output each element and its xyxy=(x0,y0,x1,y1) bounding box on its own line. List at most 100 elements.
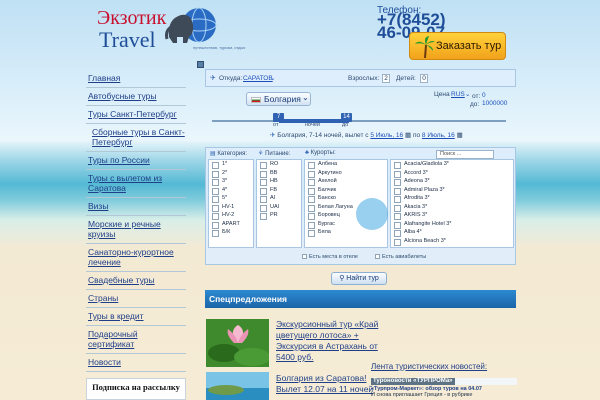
order-tour-button[interactable]: Заказать тур xyxy=(409,32,506,60)
seats-air-label: Есть авиабилеты xyxy=(382,254,427,260)
logo-line2: Travel xyxy=(99,27,156,52)
category-item[interactable]: 1* xyxy=(209,160,253,169)
palm-icon: ♣ xyxy=(305,150,309,156)
news-item[interactable]: «Турпром-Маркет»: обзор туров на 04.07 И… xyxy=(371,386,517,398)
meal-item[interactable]: BB xyxy=(257,169,301,177)
category-item[interactable]: HV-2 xyxy=(209,211,253,220)
menu-item-visas[interactable]: Визы xyxy=(86,198,186,216)
date-from-value[interactable]: 5 Июль, 16 xyxy=(370,132,403,139)
hotel-item[interactable]: Admiral Plaza 3* xyxy=(391,186,513,194)
from-city-select[interactable]: САРАТОВ xyxy=(243,75,273,82)
hotel-item[interactable]: Acacia/Gladiola 3* xyxy=(391,160,513,169)
category-item[interactable]: 4* xyxy=(209,186,253,194)
loading-spinner-icon xyxy=(356,198,388,230)
hotel-item[interactable]: Akacia 3* xyxy=(391,203,513,211)
seats-hotel-label: Есть места в отеле xyxy=(309,254,358,260)
offer-title-lotus[interactable]: Экскурсионный тур «Край цветущего лотоса… xyxy=(276,319,386,363)
date-from-label: с xyxy=(365,132,369,139)
search-icon: ⚲ xyxy=(339,275,345,282)
hotel-search-input[interactable]: Поиск ... xyxy=(436,150,494,159)
menu-item-news[interactable]: Новости xyxy=(86,354,186,372)
price-label: Цена xyxy=(434,91,450,98)
hotel-item[interactable]: Alafrangite Hotel 3* xyxy=(391,220,513,228)
widget-icon[interactable] xyxy=(197,61,204,68)
hotel-item[interactable]: AKRIS 3* xyxy=(391,211,513,220)
seats-air-checkbox[interactable]: Есть авиабилеты xyxy=(375,254,426,260)
category-item[interactable]: HV-1 xyxy=(209,203,253,211)
category-list: 1* 2* 3* 4* 5* HV-1 HV-2 APART Б/К xyxy=(208,159,254,248)
children-label: Детей: xyxy=(396,75,416,82)
meal-item[interactable]: AI xyxy=(257,194,301,203)
news-tab[interactable]: Туроновости «ТУРПРОМа» xyxy=(371,378,517,385)
menu-item-home[interactable]: Главная xyxy=(86,70,186,88)
sidebar-menu: Главная Автобусные туры Туры Санкт-Петер… xyxy=(86,70,186,372)
currency-select[interactable]: RUS xyxy=(451,91,465,98)
category-label: Категория: xyxy=(217,151,248,157)
bulgaria-offer-image[interactable] xyxy=(206,372,269,400)
price-from-value[interactable]: 0 xyxy=(482,92,486,99)
menu-item-credit-tours[interactable]: Туры в кредит xyxy=(86,308,186,326)
plane-icon: ✈ xyxy=(270,132,276,139)
logo[interactable]: Экзотик Travel путешествия, туризм, отды… xyxy=(97,5,247,53)
news-heading[interactable]: Лента туристических новостей: xyxy=(371,362,517,371)
category-item[interactable]: 3* xyxy=(209,177,253,186)
menu-item-gift-certificate[interactable]: Подарочный сертификат xyxy=(86,326,186,354)
menu-item-russia-tours[interactable]: Туры по России xyxy=(86,152,186,170)
resorts-header: ♣ Курорты: xyxy=(305,150,336,156)
category-item[interactable]: 5* xyxy=(209,194,253,203)
hotel-item[interactable]: Alba 4* xyxy=(391,228,513,237)
chevron-down-icon[interactable]: ⌄ xyxy=(465,90,470,98)
menu-item-spb-group-tours[interactable]: Сборные туры в Санкт-Петербург xyxy=(86,124,186,152)
menu-item-wedding-tours[interactable]: Свадебные туры xyxy=(86,272,186,290)
hotel-item[interactable]: Alciona Beach 3* xyxy=(391,237,513,245)
meal-item[interactable]: UAI xyxy=(257,203,301,211)
resort-item[interactable]: Балчик xyxy=(305,186,387,194)
children-input[interactable]: 0 xyxy=(420,74,428,83)
menu-item-cruises[interactable]: Морские и речные круизы xyxy=(86,216,186,244)
price-to-label: до: xyxy=(470,101,480,108)
hotel-item[interactable]: Accord 3* xyxy=(391,169,513,177)
resort-item[interactable]: Албена xyxy=(305,160,387,169)
nights-from-handle[interactable]: 7 xyxy=(273,113,284,122)
nights-slider[interactable]: 7 14 от ночей до xyxy=(205,113,516,128)
lotus-offer-image[interactable] xyxy=(206,319,269,367)
menu-item-spb-tours[interactable]: Туры Санкт-Петербург xyxy=(86,106,186,124)
date-to-value[interactable]: 8 Июль, 16 xyxy=(422,132,455,139)
chevron-down-icon[interactable]: ⌄ xyxy=(270,74,275,82)
menu-item-bus-tours[interactable]: Автобусные туры xyxy=(86,88,186,106)
meal-item[interactable]: RO xyxy=(257,160,301,169)
calendar-icon[interactable]: ▦ xyxy=(405,132,411,139)
resort-item[interactable]: Аркутино xyxy=(305,169,387,177)
search-summary: ✈ Болгария, 7-14 ночей, вылет с 5 Июль, … xyxy=(270,131,510,139)
price-to-value[interactable]: 1000000 xyxy=(482,100,507,107)
hotel-item[interactable]: Afrodita 3* xyxy=(391,194,513,203)
seats-hotel-checkbox[interactable]: Есть места в отеле xyxy=(302,254,358,260)
menu-item-saratov-departure[interactable]: Туры с вылетом из Саратова xyxy=(86,170,186,198)
menu-item-countries[interactable]: Страны xyxy=(86,290,186,308)
price-from-label: от: xyxy=(472,93,481,100)
category-item[interactable]: Б/К xyxy=(209,228,253,237)
checkbox-box xyxy=(375,254,380,260)
nights-from-label: от xyxy=(273,122,279,128)
meal-item[interactable]: HB xyxy=(257,177,301,186)
nights-to-handle[interactable]: 14 xyxy=(341,113,352,122)
palm-tree-icon xyxy=(415,36,435,58)
category-item[interactable]: APART xyxy=(209,220,253,228)
meal-item[interactable]: PR xyxy=(257,211,301,220)
calendar-icon[interactable]: ▦ xyxy=(457,132,463,139)
country-select[interactable]: Болгария ⌄ xyxy=(246,92,311,106)
hotel-list: Acacia/Gladiola 3* Accord 3* Adeona 3* A… xyxy=(390,159,514,248)
hotel-item[interactable]: Adeona 3* xyxy=(391,177,513,186)
meal-item[interactable]: FB xyxy=(257,186,301,194)
adults-input[interactable]: 2 xyxy=(382,74,390,83)
resort-item[interactable]: Ахелой xyxy=(305,177,387,186)
find-tour-button[interactable]: ⚲ Найти тур xyxy=(331,272,387,285)
slider-track xyxy=(212,120,506,122)
news-item-text: И снова приглашает Греция - в рубрике xyxy=(371,392,473,398)
subscribe-box[interactable]: Подписка на рассылку xyxy=(86,378,186,400)
category-item[interactable]: 2* xyxy=(209,169,253,177)
cutlery-icon: ⚘ xyxy=(258,151,264,157)
food-label: Питание: xyxy=(265,151,291,157)
from-label: Откуда: xyxy=(219,75,243,82)
menu-item-sanatorium[interactable]: Санаторно-курортное лечение xyxy=(86,244,186,272)
